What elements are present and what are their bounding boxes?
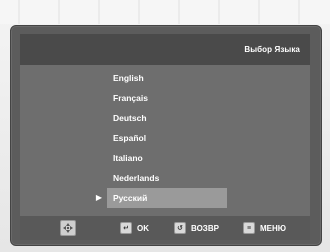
language-item-russian[interactable]: ▶ Русский xyxy=(96,188,227,208)
language-item-espanol[interactable]: Español xyxy=(107,128,227,148)
navigation-hint xyxy=(60,216,76,240)
language-item-deutsch[interactable]: Deutsch xyxy=(107,108,227,128)
ok-label: OK xyxy=(137,223,149,233)
enter-icon: ↵ xyxy=(120,222,132,234)
language-label: Deutsch xyxy=(113,113,147,123)
language-item-english[interactable]: English xyxy=(107,68,227,88)
footer-bar: ↵ OK ↺ ВОЗВР ≡ МЕНЮ xyxy=(20,216,310,240)
language-label: Nederlands xyxy=(113,173,160,183)
header-bar: Выбор Языка xyxy=(20,34,310,65)
language-label: English xyxy=(113,73,144,83)
top-decorative-strip xyxy=(0,0,330,24)
ok-button[interactable]: ↵ OK xyxy=(120,216,149,240)
menu-button[interactable]: ≡ МЕНЮ xyxy=(243,216,286,240)
language-label: Русский xyxy=(113,193,148,203)
return-icon: ↺ xyxy=(174,222,186,234)
directional-pad-icon xyxy=(60,220,76,236)
language-item-italiano[interactable]: Italiano xyxy=(107,148,227,168)
language-label: Español xyxy=(113,133,147,143)
language-item-nederlands[interactable]: Nederlands xyxy=(107,168,227,188)
back-button[interactable]: ↺ ВОЗВР xyxy=(174,216,219,240)
menu-icon: ≡ xyxy=(243,222,255,234)
language-label: Français xyxy=(113,93,148,103)
back-label: ВОЗВР xyxy=(191,223,219,233)
page-title: Выбор Языка xyxy=(244,45,300,54)
language-label: Italiano xyxy=(113,153,143,163)
menu-label: МЕНЮ xyxy=(260,223,287,233)
language-selection-screen: Выбор Языка English Français Deutsch Esp… xyxy=(20,34,310,240)
language-item-francais[interactable]: Français xyxy=(107,88,227,108)
selection-arrow-icon: ▶ xyxy=(95,193,103,202)
